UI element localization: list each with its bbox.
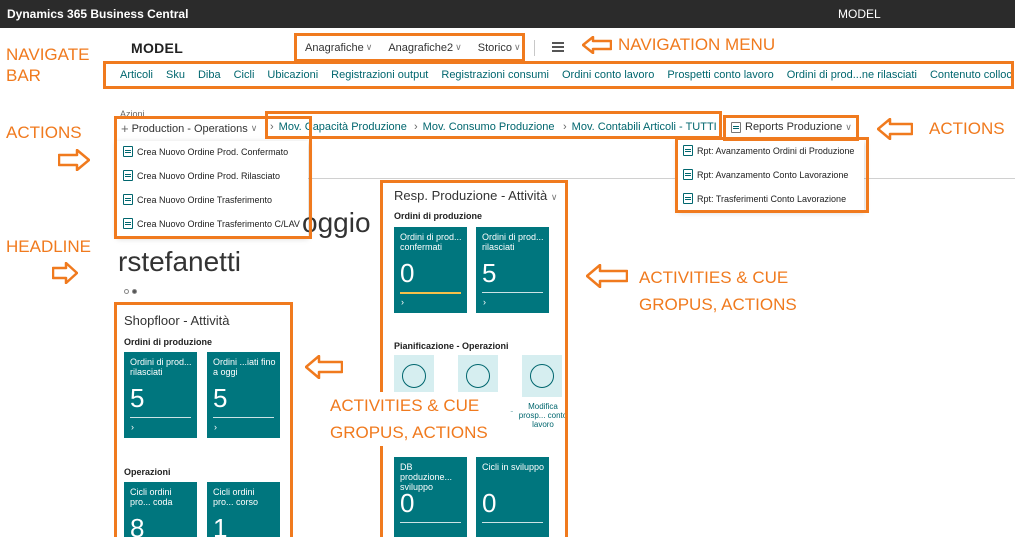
headline-user: rstefanetti [118, 246, 241, 277]
headline-pager[interactable] [124, 289, 137, 294]
annotation-box-navigate-bar [103, 61, 1014, 89]
arrow-left-icon [582, 36, 612, 54]
company-name[interactable]: MODEL [838, 7, 881, 21]
annotation-actions-right: ACTIONS [929, 119, 1005, 138]
headline-greeting: oggio [302, 207, 371, 238]
arrow-left-icon [586, 264, 628, 288]
arrow-left-icon [305, 355, 343, 379]
arrow-right-icon [58, 149, 90, 171]
arrow-left-icon [877, 118, 913, 140]
annotation-headline: HEADLINE [6, 237, 92, 256]
annotation-box-navigation-menu [294, 33, 525, 62]
hamburger-menu-icon[interactable] [552, 42, 564, 52]
annotation-box-shopfloor-group [114, 302, 293, 537]
role-center-title: MODEL [131, 40, 184, 56]
arrow-right-icon [52, 262, 78, 284]
annotation-box-resp-group [380, 180, 568, 537]
annotation-activities-mid: ACTIVITIES & CUE GROPUS, ACTIONS [330, 392, 510, 446]
annotation-box-actions-links [265, 111, 722, 139]
product-name: Dynamics 365 Business Central [7, 7, 189, 21]
annotation-box-reports-dropdown [675, 137, 869, 213]
annotation-actions-left: ACTIONS [6, 123, 82, 142]
annotation-navigation-menu: NAVIGATION MENU [618, 35, 776, 54]
annotation-activities-right: ACTIVITIES & CUE GROPUS, ACTIONS [639, 268, 797, 314]
menu-divider [534, 40, 535, 56]
app-bar: Dynamics 365 Business Central MODEL [0, 0, 1015, 28]
annotation-navigate-bar: NAVIGATE BAR [6, 45, 90, 85]
